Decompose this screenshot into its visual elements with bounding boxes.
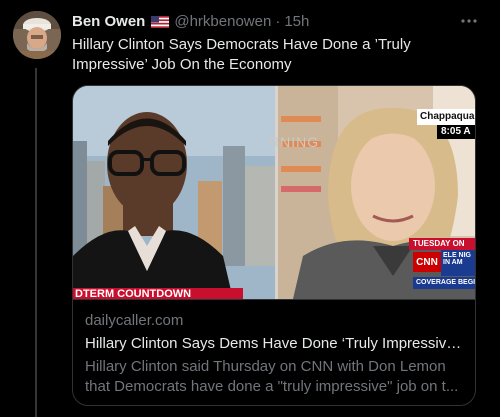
thread-connector-line [35,68,37,417]
side-tag: ELE NIG IN AM [441,250,475,276]
card-image[interactable]: RNING Chappaqua 8:05 A TUESDAY ON CNN EL… [73,86,475,299]
lower-third-banner: DTERM COUNTDOWN [73,288,243,299]
author-handle[interactable]: @hrkbenowen [174,13,271,30]
card-body[interactable]: dailycaller.com Hillary Clinton Says Dem… [73,299,475,405]
cnn-logo: CNN [413,252,441,272]
avatar[interactable] [13,11,61,59]
day-banner: TUESDAY ON [409,238,475,250]
location-caption: Chappaqua [417,109,475,125]
card-domain: dailycaller.com [85,312,184,329]
studio-wall-text: RNING [269,134,320,150]
tweet-header: Ben Owen @hrkbenowen · 15h [72,11,309,31]
card-description: Hillary Clinton said Thursday on CNN wit… [85,357,463,397]
tweet-timestamp[interactable]: 15h [284,13,309,30]
link-card[interactable]: RNING Chappaqua 8:05 A TUESDAY ON CNN EL… [72,85,476,406]
coverage-banner: COVERAGE BEGINS [413,277,475,289]
card-title[interactable]: Hillary Clinton Says Dems Have Done ‘Tru… [85,334,463,354]
tweet-text: Hillary Clinton Says Democrats Have Done… [72,36,411,73]
us-flag-icon [151,15,170,28]
separator-dot: · [275,12,281,30]
card-description-line: that Democrats have done a "truly impres… [85,378,459,395]
card-description-line: Hillary Clinton said Thursday on CNN wit… [85,358,446,375]
author-name[interactable]: Ben Owen [72,13,145,30]
clock-caption: 8:05 A [437,125,475,139]
more-horizontal-icon[interactable] [460,12,478,30]
